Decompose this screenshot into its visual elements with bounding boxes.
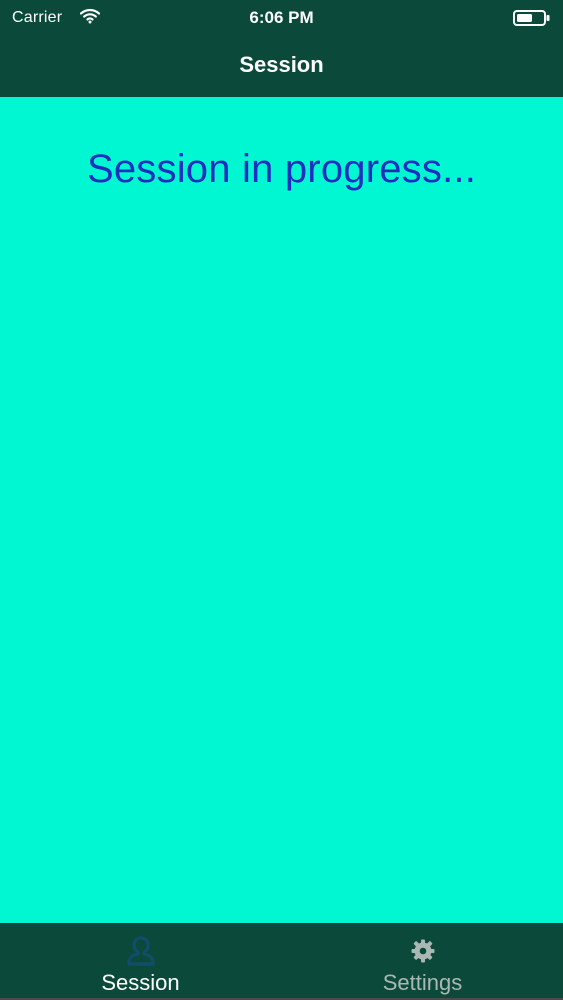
tab-bar: Session Settings (0, 923, 563, 1000)
tab-session-label: Session (101, 970, 180, 995)
status-bar: Carrier 6:06 PM (0, 0, 563, 35)
status-time: 6:06 PM (249, 8, 314, 27)
nav-title: Session (239, 52, 324, 77)
tab-settings[interactable]: Settings (282, 924, 563, 1000)
phone-screen: Carrier 6:06 PM Session Session in progr… (0, 0, 563, 1000)
battery-icon (513, 10, 551, 26)
person-icon (0, 934, 281, 968)
top-bar: Carrier 6:06 PM Session (0, 0, 563, 97)
tab-session[interactable]: Session (0, 924, 281, 1000)
gear-icon (282, 934, 563, 968)
session-status-text: Session in progress... (86, 147, 477, 191)
tab-settings-label: Settings (382, 970, 463, 995)
session-content: Session in progress... (0, 97, 563, 923)
